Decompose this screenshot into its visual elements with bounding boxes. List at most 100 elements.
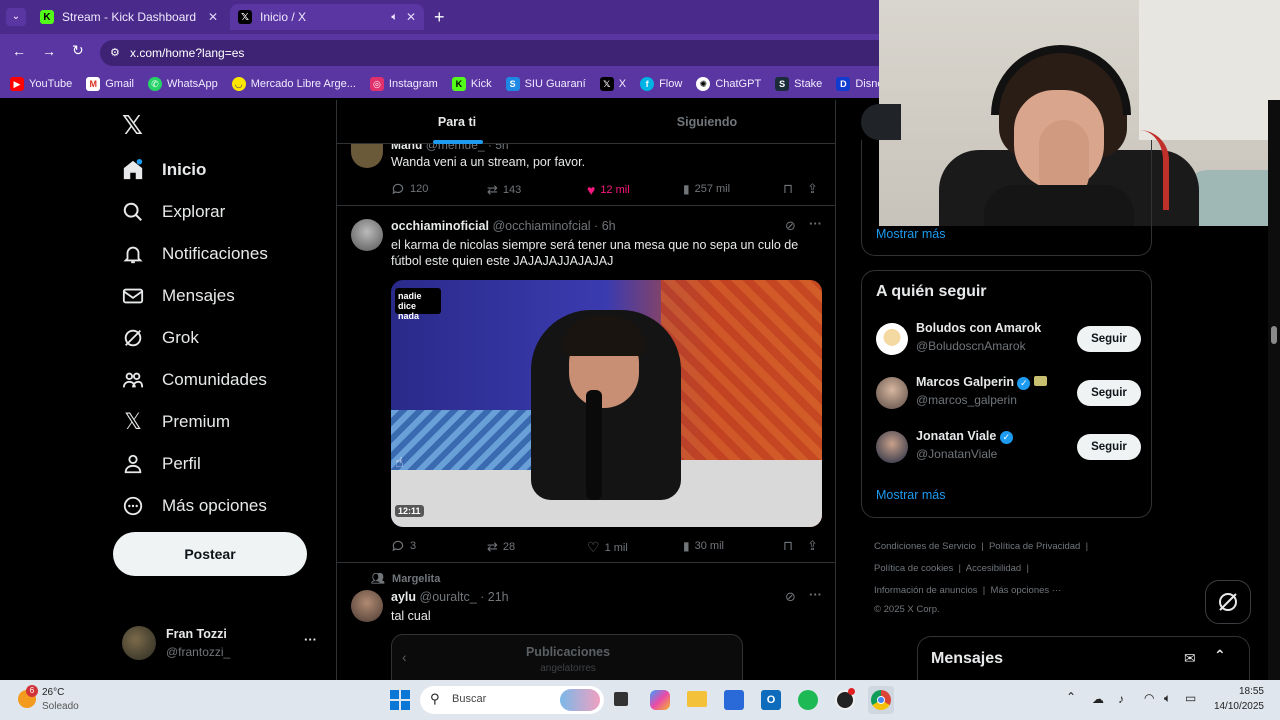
copilot-icon[interactable] [650,690,670,710]
tab-kick-dashboard[interactable]: K Stream - Kick Dashboard ✕ [32,4,226,30]
bookmark-gmail[interactable]: M Gmail [86,77,134,91]
task-view-icon[interactable] [614,692,628,706]
wifi-icon[interactable]: ◠ [1144,691,1154,705]
tweet-video[interactable]: nadie dice nada 12:11 [391,280,822,527]
retweet-button[interactable]: ⇄ 143 [487,182,521,198]
suggestion-name[interactable]: Marcos Galperin ✓ [916,375,1047,390]
views-button[interactable]: ▮ 30 mil [683,539,724,553]
footer-link[interactable]: Más opciones ··· [991,585,1062,596]
footer-link[interactable]: Política de cookies [874,563,953,574]
bookmark-kick[interactable]: K Kick [451,77,492,91]
new-tab-button[interactable]: + [434,7,445,28]
tweet-more-icon[interactable]: ··· [809,587,822,602]
suggestion-handle[interactable]: @BoludoscnAmarok [916,339,1026,353]
suggestion-name[interactable]: Jonatan Viale ✓ [916,429,1013,444]
bookmark-chatgpt[interactable]: ✺ ChatGPT [696,77,761,91]
messages-drawer[interactable]: Mensajes ✉ ⌃ [917,636,1250,684]
avatar[interactable] [351,590,383,622]
follow-button[interactable]: Seguir [1077,326,1141,352]
nav-premium[interactable]: 𝕏 Premium [120,406,230,438]
nav-grok[interactable]: Grok [120,322,199,354]
reply-button[interactable]: 120 [391,182,428,196]
bookmark-whatsapp[interactable]: ✆ WhatsApp [147,77,218,91]
back-icon[interactable]: ← [12,43,26,59]
bookmark-button[interactable]: ⊓ [783,538,793,554]
store-icon[interactable] [724,690,744,710]
windows-start-icon[interactable] [390,690,410,710]
follow-suggestion[interactable]: Marcos Galperin ✓ @marcos_galperin Segui… [876,373,1141,413]
scrollbar-thumb[interactable] [1271,326,1277,344]
tweet-author[interactable]: aylu [391,590,416,604]
search-box[interactable] [861,104,901,140]
views-button[interactable]: ▮ 257 mil [683,182,730,196]
show-more-link[interactable]: Mostrar más [876,488,945,502]
footer-link[interactable]: Accesibilidad [966,563,1021,574]
grok-floating-button[interactable] [1205,580,1251,624]
tray-app-icon[interactable]: ♪ [1118,692,1124,706]
avatar[interactable] [876,323,908,355]
account-switcher[interactable]: Fran Tozzi @frantozzi_ ··· [120,624,320,664]
site-info-icon[interactable]: ⚙ [110,40,120,66]
footer-link[interactable]: Información de anuncios [874,585,978,596]
tab-inicio-x[interactable]: 𝕏 Inicio / X 🔈︎ ✕ [230,4,424,30]
clock-time[interactable]: 18:55 [1216,686,1264,697]
audio-icon[interactable]: 🔈︎ [391,11,398,24]
chrome-icon[interactable] [868,686,894,714]
nav-notificaciones[interactable]: Notificaciones [120,238,268,270]
outlook-icon[interactable]: O [761,690,781,710]
suggestion-handle[interactable]: @marcos_galperin [916,393,1017,407]
tweet-author[interactable]: Manu [391,144,422,152]
tab-search-button[interactable]: ⌄ [6,8,26,26]
like-button[interactable]: ♥ 12 mil [587,182,630,198]
share-button[interactable]: ⇪ [807,538,818,554]
tab-para-ti[interactable]: Para ti [337,100,577,144]
tab-siguiendo[interactable]: Siguiendo [587,100,827,144]
retweet-button[interactable]: ⇄ 28 [487,539,515,555]
follow-button[interactable]: Seguir [1077,434,1141,460]
bookmark-mercadolibre[interactable]: ◡ Mercado Libre Arge... [231,77,356,91]
tweet-author[interactable]: occhiaminoficial [391,219,489,233]
suggestion-handle[interactable]: @JonatanViale [916,447,997,461]
close-tab-icon[interactable]: ✕ [208,10,218,24]
follow-suggestion[interactable]: Jonatan Viale ✓ @JonatanViale Seguir [876,427,1141,467]
avatar[interactable] [876,431,908,463]
tweet-handle[interactable]: @ouraltc_ · 21h [420,590,509,604]
tweet[interactable]: occhiaminoficial @occhiaminofcial · 6h ⊘… [337,207,835,563]
suggestion-name[interactable]: Boludos con Amarok [916,321,1041,335]
account-more-icon[interactable]: ··· [304,632,317,647]
avatar[interactable] [876,377,908,409]
volume-icon[interactable]: 🔈︎ [1164,691,1171,706]
bookmark-button[interactable]: ⊓ [783,181,793,197]
bookmark-x[interactable]: 𝕏X [599,77,626,91]
forward-icon[interactable]: → [42,43,56,59]
weather-widget[interactable]: 6 26°C Soleado [18,685,118,716]
address-bar[interactable]: ⚙ x.com/home?lang=es [100,40,880,66]
bookmark-stake[interactable]: S Stake [775,77,822,91]
bookmark-instagram[interactable]: ◎ Instagram [369,77,438,91]
tray-app-icon[interactable]: ☁︎ [1092,692,1104,706]
nav-mas-opciones[interactable]: Más opciones [120,490,267,522]
file-explorer-icon[interactable] [687,691,707,707]
tweet-handle[interactable]: @occhiaminofcial · 6h [492,219,615,233]
page-scrollbar[interactable] [1268,100,1280,680]
grok-icon[interactable]: ⊘ [785,589,796,605]
nav-mensajes[interactable]: Mensajes [120,280,235,312]
bookmark-youtube[interactable]: ▶ YouTube [10,77,72,91]
footer-link[interactable]: Condiciones de Servicio [874,541,976,552]
footer-link[interactable]: Política de Privacidad [989,541,1080,552]
taskbar-search[interactable]: ⚲ Buscar [420,686,604,714]
show-more-link[interactable]: Mostrar más [876,227,945,241]
follow-button[interactable]: Seguir [1077,380,1141,406]
x-logo[interactable]: 𝕏 [122,110,143,141]
share-button[interactable]: ⇪ [807,181,818,197]
avatar[interactable] [351,144,383,168]
new-message-icon[interactable]: ✉ [1184,650,1196,667]
reply-button[interactable]: 3 [391,539,416,553]
close-tab-icon[interactable]: ✕ [406,10,416,24]
grok-icon[interactable]: ⊘ [785,218,796,234]
avatar[interactable] [351,219,383,251]
like-button[interactable]: ♡ 1 mil [587,539,628,556]
tweet[interactable]: 👥︎ Margelita aylu @ouraltc_ · 21h ⊘ ··· … [337,564,835,680]
tray-overflow-icon[interactable]: ⌃ [1066,690,1076,704]
expand-icon[interactable]: ⌃ [1214,647,1226,664]
